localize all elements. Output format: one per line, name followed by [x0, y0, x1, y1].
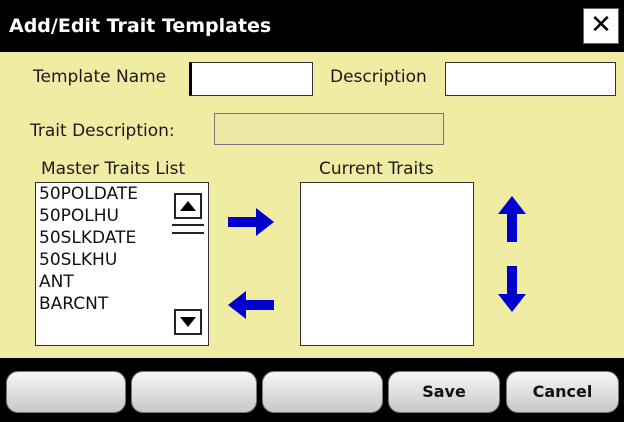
trait-templates-dialog: Add/Edit Trait Templates ✕ Template Name…: [0, 0, 624, 422]
scroll-up-button[interactable]: [174, 193, 202, 219]
description-label: Description: [330, 67, 427, 87]
trait-description-input: [214, 113, 444, 145]
window-title: Add/Edit Trait Templates: [9, 15, 272, 37]
cancel-button[interactable]: Cancel: [506, 371, 619, 413]
template-name-input[interactable]: [189, 62, 313, 96]
triangle-down-icon: [180, 317, 196, 327]
master-traits-label: Master Traits List: [41, 159, 186, 179]
master-trait-item[interactable]: 50SLKHU: [36, 249, 208, 271]
current-traits-label: Current Traits: [319, 159, 434, 179]
blank-button-2[interactable]: [131, 371, 257, 413]
triangle-up-icon: [180, 201, 196, 211]
close-button[interactable]: ✕: [583, 8, 619, 44]
arrow-up-icon[interactable]: [495, 194, 529, 244]
arrow-left-icon[interactable]: [226, 288, 276, 322]
save-button[interactable]: Save: [388, 371, 500, 413]
scroll-down-button[interactable]: [174, 309, 202, 335]
blank-button-3[interactable]: [262, 371, 383, 413]
description-input[interactable]: [445, 62, 616, 96]
blank-button-1[interactable]: [6, 371, 126, 413]
current-traits-listbox[interactable]: [300, 182, 474, 346]
master-trait-item[interactable]: ANT: [36, 271, 208, 293]
scrollbar-thumb[interactable]: [172, 224, 204, 234]
template-name-label: Template Name: [33, 67, 167, 87]
trait-description-label: Trait Description:: [30, 121, 175, 141]
arrow-right-icon[interactable]: [226, 205, 276, 239]
title-bar: Add/Edit Trait Templates ✕: [0, 0, 624, 52]
arrow-down-icon[interactable]: [495, 264, 529, 314]
